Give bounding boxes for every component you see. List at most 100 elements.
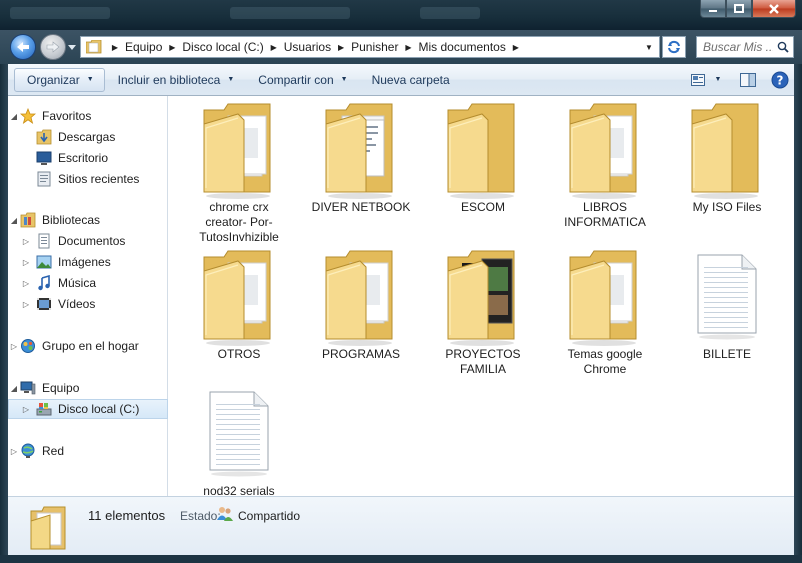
breadcrumb-chevron-icon[interactable]: ▶ [399,43,417,52]
sidebar-item-local-disk[interactable]: ▷ Disco local (C:) [8,399,168,419]
share-with-button[interactable]: Compartir con ▼ [245,68,358,92]
item-name: LIBROS INFORMATICA [564,200,646,229]
collapse-triangle-icon[interactable]: ◢ [8,216,20,225]
minimize-button[interactable] [700,0,726,18]
change-view-button[interactable] [686,68,710,92]
recent-places-icon [36,171,52,187]
expand-triangle-icon[interactable]: ▷ [20,237,32,246]
sidebar-item-libraries[interactable]: ◢ Bibliotecas [8,210,168,230]
expand-triangle-icon[interactable]: ▷ [20,405,32,414]
maximize-button[interactable] [726,0,752,18]
item-name: PROYECTOS FAMILIA [445,347,521,376]
breadcrumb-chevron-icon[interactable]: ▶ [106,43,124,52]
caption-buttons [700,0,796,18]
address-history-dropdown[interactable]: ▼ [641,37,657,57]
folder-papers-icon [564,249,646,347]
breadcrumb-item-punisher[interactable]: Punisher [350,40,399,54]
search-icon[interactable] [777,41,789,53]
sidebar-item-documents[interactable]: ▷ Documentos [8,231,168,251]
expand-triangle-icon[interactable]: ▷ [20,258,32,267]
folder-empty-icon [442,102,524,200]
expand-triangle-icon[interactable]: ▷ [8,447,20,456]
refresh-button[interactable] [662,36,686,58]
item-count: 11 elementos [88,508,166,523]
search-box[interactable] [696,36,794,58]
shared-users-icon [217,507,233,521]
collapse-triangle-icon[interactable]: ◢ [8,384,20,393]
breadcrumb-item-local-disk[interactable]: Disco local (C:) [181,40,264,54]
expand-triangle-icon[interactable]: ▷ [8,342,20,351]
organize-label: Organizar [27,72,80,87]
expand-triangle-icon[interactable]: ▷ [20,279,32,288]
chevron-down-icon: ▼ [645,42,653,52]
view-options-dropdown[interactable]: ▼ [710,68,726,92]
refresh-icon [668,40,680,54]
folder-item[interactable]: PROYECTOS FAMILIA [428,249,538,389]
back-button[interactable] [10,34,36,60]
sidebar-item-videos[interactable]: ▷ Vídeos [8,294,168,314]
sidebar-item-label: Escritorio [58,151,109,165]
address-bar[interactable]: ▶ Equipo ▶ Disco local (C:) ▶ Usuarios ▶… [80,36,660,58]
folder-item[interactable]: chrome crx creator- Por-TutosInvhizible [184,102,294,244]
title-bar [0,0,802,30]
sidebar-item-network[interactable]: ▷ Red [8,441,168,461]
svg-text:?: ? [777,73,784,87]
breadcrumb-chevron-icon[interactable]: ▶ [163,43,181,52]
share-label: Compartir con [258,72,334,87]
folder-papers-icon [320,249,402,347]
maximize-icon [734,4,744,13]
sidebar-item-recent-places[interactable]: Sitios recientes [8,169,168,189]
sidebar-item-label: Imágenes [58,255,111,269]
sidebar-item-downloads[interactable]: Descargas [8,127,168,147]
text-document-icon [198,386,280,484]
breadcrumb-item-my-documents[interactable]: Mis documentos [417,40,506,54]
item-name: PROGRAMAS [321,347,400,361]
forward-button[interactable] [40,34,66,60]
include-in-library-button[interactable]: Incluir en biblioteca ▼ [105,68,246,92]
breadcrumb-chevron-icon[interactable]: ▶ [332,43,350,52]
preview-pane-button[interactable] [734,68,762,92]
breadcrumb-chevron-icon[interactable]: ▶ [265,43,283,52]
file-list: chrome crx creator- Por-TutosInvhizible D… [168,96,794,498]
folder-icon [30,506,66,550]
chevron-down-icon: ▼ [714,76,722,83]
sidebar-item-label: Vídeos [58,297,96,311]
sidebar-item-label: Red [42,444,65,458]
breadcrumb-item-users[interactable]: Usuarios [283,40,332,54]
folder-item[interactable]: ESCOM [428,102,538,242]
folder-location-icon [86,40,102,54]
help-icon: ? [771,71,789,88]
sidebar-item-desktop[interactable]: Escritorio [8,148,168,168]
sidebar-item-label: Descargas [58,130,116,144]
new-folder-label: Nueva carpeta [371,72,450,87]
close-button[interactable] [752,0,796,18]
folder-papers-icon [198,102,280,200]
search-input[interactable] [703,40,773,54]
folder-item[interactable]: LIBROS INFORMATICA [550,102,660,242]
folder-item[interactable]: PROGRAMAS [306,249,416,389]
help-button[interactable]: ? [766,68,794,92]
sidebar-item-music[interactable]: ▷ Música [8,273,168,293]
recent-pages-dropdown-icon[interactable] [68,43,76,51]
breadcrumb-chevron-icon[interactable]: ▶ [507,43,525,52]
folder-item[interactable]: DIVER NETBOOK [306,102,416,242]
folder-photos-icon [442,249,524,347]
details-pane: 11 elementos Estado: Compartido [8,496,794,555]
star-icon [20,108,36,124]
sidebar-item-favorites[interactable]: ◢ Favoritos [8,106,168,126]
videos-library-icon [36,296,52,312]
sidebar-item-computer[interactable]: ◢ Equipo [8,378,168,398]
sidebar-item-homegroup[interactable]: ▷ Grupo en el hogar [8,336,168,356]
folder-item[interactable]: OTROS [184,249,294,389]
folder-item[interactable]: Temas google Chrome [550,249,660,389]
new-folder-button[interactable]: Nueva carpeta [359,68,461,92]
navigation-pane: ◢ Favoritos Descargas Escritorio Sitios … [8,96,168,496]
file-item[interactable]: BILLETE [672,249,782,389]
collapse-triangle-icon[interactable]: ◢ [8,112,20,121]
breadcrumb-item-computer[interactable]: Equipo [124,40,163,54]
folder-item[interactable]: My ISO Files [672,102,782,242]
sidebar-item-images[interactable]: ▷ Imágenes [8,252,168,272]
close-icon [769,3,779,14]
expand-triangle-icon[interactable]: ▷ [20,300,32,309]
organize-button[interactable]: Organizar ▼ [14,67,105,92]
